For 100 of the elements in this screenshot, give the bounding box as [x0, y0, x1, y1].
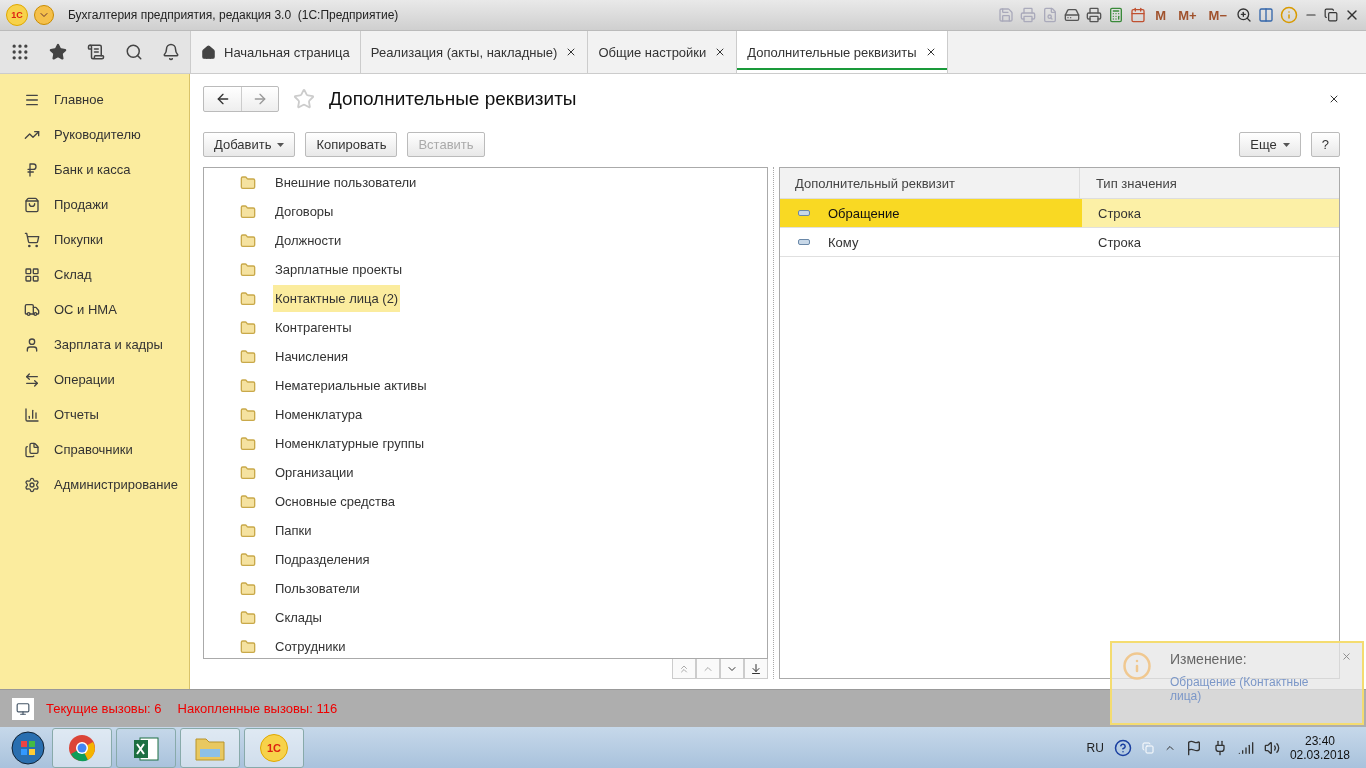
connections-icon[interactable]: [12, 697, 34, 720]
info-icon: [1280, 6, 1298, 24]
section-icon: [24, 161, 40, 178]
section-icon: [24, 336, 40, 353]
tree-item[interactable]: Организации: [273, 459, 356, 486]
column-header[interactable]: Дополнительный реквизит: [795, 175, 956, 191]
attribute-icon: [798, 239, 810, 245]
section-icon: [24, 476, 40, 493]
more-button[interactable]: Еще: [1239, 132, 1301, 157]
sidebar-item[interactable]: Склад: [0, 257, 189, 292]
table-cell: Кому: [828, 234, 859, 250]
attribute-icon: [798, 210, 810, 216]
taskbar-app[interactable]: [116, 727, 176, 768]
section-icon: [24, 231, 40, 248]
table-cell: Обращение: [828, 205, 900, 221]
folder-icon: [240, 551, 256, 568]
status-text: Накопленные вызовы: 116: [177, 701, 338, 716]
zoom-icon: [1236, 7, 1252, 23]
scroll-bottom-button[interactable]: [744, 659, 768, 679]
sidebar-item[interactable]: ОС и НМА: [0, 292, 189, 327]
scroll-down-button[interactable]: [720, 659, 744, 679]
folder-icon: [240, 435, 256, 452]
tab[interactable]: Реализация (акты, накладные): [360, 31, 589, 73]
monitor-icon: [16, 701, 30, 716]
tree-item[interactable]: Склады: [273, 604, 324, 631]
tree-item[interactable]: Основные средства: [273, 488, 397, 515]
sidebar-item[interactable]: Покупки: [0, 222, 189, 257]
column-header[interactable]: Тип значения: [1096, 175, 1177, 191]
app-logo: 1С: [260, 733, 288, 762]
tree-item[interactable]: Должности: [273, 227, 344, 254]
section-icon: [24, 371, 40, 388]
search-icon: [124, 43, 143, 61]
tab[interactable]: Начальная страница: [191, 31, 361, 73]
folder-icon: [240, 406, 256, 423]
tree-item[interactable]: Контактные лица (2): [273, 285, 401, 312]
tree-item[interactable]: Сотрудники: [273, 633, 348, 658]
memory-button[interactable]: M−: [1205, 7, 1230, 23]
status-text: Текущие вызовы: 6: [46, 701, 162, 716]
main-menu-button[interactable]: [34, 5, 54, 25]
sidebar-item[interactable]: Справочники: [0, 432, 189, 467]
folder-icon: [240, 522, 256, 539]
close-icon: [1328, 93, 1340, 105]
tree-item[interactable]: Подразделения: [273, 546, 372, 573]
section-icon: [24, 406, 40, 423]
flag-icon: [1185, 739, 1202, 756]
tab[interactable]: Дополнительные реквизиты: [737, 31, 948, 73]
calendar-icon: [1130, 7, 1147, 23]
table-cell: Строка: [1098, 205, 1141, 221]
tree-item[interactable]: Начисления: [273, 343, 351, 370]
clock-date: 02.03.2018: [1289, 747, 1350, 762]
folder-icon: [240, 261, 256, 278]
sidebar-item[interactable]: Руководителю: [0, 117, 189, 152]
save-icon: [998, 7, 1015, 23]
tree-item[interactable]: Номенклатура: [273, 401, 365, 428]
volume-icon: [1263, 739, 1280, 756]
section-icon: [24, 301, 40, 318]
section-icon: [24, 441, 40, 458]
sidebar-item[interactable]: Продажи: [0, 187, 189, 222]
restore-icon: [1324, 8, 1338, 22]
sidebar-item[interactable]: Операции: [0, 362, 189, 397]
sidebar-item[interactable]: Главное: [0, 82, 189, 117]
print-icon: [1020, 7, 1037, 23]
tree-item[interactable]: Внешние пользователи: [273, 169, 419, 196]
favorite-icon: [293, 88, 315, 110]
memory-button[interactable]: M+: [1175, 7, 1200, 23]
sidebar-item[interactable]: Банк и касса: [0, 152, 189, 187]
folder-icon: [240, 290, 256, 307]
folder-icon: [240, 464, 256, 481]
taskbar-app[interactable]: [52, 727, 112, 768]
home-icon: [201, 44, 216, 60]
sidebar-item[interactable]: Зарплата и кадры: [0, 327, 189, 362]
folder-icon: [240, 638, 256, 655]
folder-icon: [240, 493, 256, 510]
calculator-icon: [1108, 7, 1125, 23]
panel-icon: [1258, 7, 1274, 23]
tree-item[interactable]: Договоры: [273, 198, 336, 225]
toolbar-button[interactable]: Копировать: [305, 132, 398, 157]
window-title: Бухгалтерия предприятия, редакция 3.0 (1С:Предприятие): [68, 8, 400, 22]
sidebar-item[interactable]: Администрирование: [0, 467, 189, 502]
help-button[interactable]: ?: [1310, 132, 1340, 157]
tree-item[interactable]: Нематериальные активы: [273, 372, 429, 399]
toolbar-button[interactable]: Добавить: [203, 132, 296, 157]
folder-icon: [240, 232, 256, 249]
table-row[interactable]: Кому Строка: [780, 228, 1339, 257]
bell-icon: [162, 43, 181, 61]
star-icon: [49, 43, 68, 61]
folder-icon: [240, 203, 256, 220]
table-cell: Строка: [1098, 234, 1141, 250]
sidebar-item[interactable]: Отчеты: [0, 397, 189, 432]
folder-icon: [240, 319, 256, 336]
close-icon: [1341, 651, 1352, 662]
tree-item[interactable]: Номенклатурные группы: [273, 430, 427, 457]
tree-item[interactable]: Пользователи: [273, 575, 362, 602]
down-to-end-icon: [750, 662, 762, 675]
tree-item[interactable]: Зарплатные проекты: [273, 256, 405, 283]
language-indicator[interactable]: RU: [1086, 740, 1104, 755]
tree-item[interactable]: Папки: [273, 517, 314, 544]
memory-button[interactable]: M: [1152, 7, 1170, 23]
info-icon: [1122, 651, 1152, 681]
tree-item[interactable]: Контрагенты: [273, 314, 354, 341]
